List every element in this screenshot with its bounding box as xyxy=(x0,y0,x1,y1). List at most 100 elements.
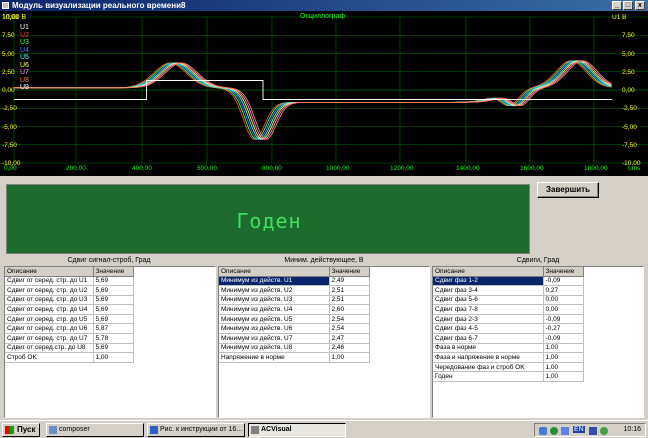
cell-description[interactable]: Сдвиг от серед. стр. до U5 xyxy=(5,314,94,325)
table-row[interactable]: Минимум из действ. U4 2,60 xyxy=(219,304,370,315)
cell-description[interactable]: Минимум из действ. U4 xyxy=(219,304,330,315)
cell-value[interactable]: 5,69 xyxy=(93,314,134,325)
cell-description[interactable]: Сдвиг фаз 7-8 xyxy=(433,304,544,315)
grid-min-rms[interactable]: Описание Значение Минимум из действ. U1 2,4… xyxy=(218,266,430,418)
cell-description[interactable]: Сдвиг фаз 3-4 xyxy=(433,285,544,296)
table-row[interactable]: Сдвиг от серед. стр. до U7 5,78 xyxy=(5,333,134,344)
cell-value[interactable]: 5,87 xyxy=(93,323,134,335)
table-row[interactable]: Минимум из действ. U7 2,47 xyxy=(219,333,370,344)
cell-value[interactable]: 1,00 xyxy=(93,352,134,363)
cell-value[interactable]: 2,60 xyxy=(329,304,370,315)
cell-value[interactable]: 2,46 xyxy=(329,343,370,354)
shield-icon[interactable] xyxy=(589,427,597,435)
table-row[interactable]: Сдвиг фаз 2-3 -0,09 xyxy=(433,314,584,325)
cell-description[interactable]: Сдвиг фаз 2-3 xyxy=(433,314,544,325)
table-row[interactable]: Сдвиг от серед.стр. до U8 5,69 xyxy=(5,343,134,354)
table-row[interactable]: Сдвиг фаз 7-8 0,00 xyxy=(433,304,584,315)
column-header-description[interactable]: Описание xyxy=(219,267,330,277)
table-row[interactable]: Сдвиг от серед. стр. до U4 5,69 xyxy=(5,304,134,315)
table-row[interactable]: Сдвиг фаз 6-7 -0,09 xyxy=(433,333,584,344)
table-row[interactable]: Сдвиг от серед. стр. до U1 5,69 xyxy=(5,276,134,287)
table-row[interactable]: Сдвиг фаз 3-4 0,27 xyxy=(433,285,584,296)
close-button[interactable]: x xyxy=(635,1,645,10)
antivirus-icon[interactable] xyxy=(550,427,558,435)
table-row[interactable]: Сдвиг от серед. стр. до U6 5,87 xyxy=(5,323,134,335)
cell-value[interactable]: 2,47 xyxy=(329,333,370,344)
cell-value[interactable]: 0,27 xyxy=(543,285,584,296)
column-header-description[interactable]: Описание xyxy=(433,267,544,277)
cell-description[interactable]: Сдвиг от серед.стр. до U8 xyxy=(5,343,94,354)
table-row[interactable]: Сдвиг фаз 4-5 -0,27 xyxy=(433,323,584,335)
cell-value[interactable]: 2,54 xyxy=(329,323,370,335)
cell-value[interactable]: 0,00 xyxy=(543,304,584,315)
finish-button[interactable]: Завершить xyxy=(537,182,599,198)
table-row[interactable]: Минимум из действ. U8 2,46 xyxy=(219,343,370,354)
cell-description[interactable]: Сдвиг фаз 6-7 xyxy=(433,333,544,344)
start-button[interactable]: Пуск xyxy=(2,423,40,437)
cell-value[interactable]: 2,51 xyxy=(329,285,370,296)
table-row[interactable]: Годен 1,00 xyxy=(433,371,584,383)
cell-value[interactable]: 1,00 xyxy=(543,343,584,354)
cell-description[interactable]: Фаза в норме xyxy=(433,343,544,354)
cell-value[interactable]: 2,49 xyxy=(329,276,370,287)
cell-description[interactable]: Минимум из действ. U8 xyxy=(219,343,330,354)
cell-value[interactable]: -0,09 xyxy=(543,314,584,325)
cell-description[interactable]: Минимум из действ. U7 xyxy=(219,333,330,344)
cell-value[interactable]: 2,51 xyxy=(329,295,370,306)
cell-description[interactable]: Минимум из действ. U6 xyxy=(219,323,330,335)
grid-shift-strobe[interactable]: Описание Значение Сдвиг от серед. стр. до … xyxy=(4,266,216,418)
cell-value[interactable]: 5,78 xyxy=(93,333,134,344)
speaker-icon[interactable] xyxy=(600,427,608,435)
table-row[interactable]: Минимум из действ. U5 2,54 xyxy=(219,314,370,325)
table-row[interactable]: Сдвиг от серед. стр. до U2 5,69 xyxy=(5,285,134,296)
table-row[interactable]: Строб OK 1,00 xyxy=(5,352,134,363)
cell-value[interactable]: 5,69 xyxy=(93,276,134,287)
display-icon[interactable] xyxy=(561,427,569,435)
cell-description[interactable]: Минимум из действ. U5 xyxy=(219,314,330,325)
cell-description[interactable]: Сдвиг от серед. стр. до U4 xyxy=(5,304,94,315)
cell-description[interactable]: Сдвиг фаз 1-2 xyxy=(433,276,544,287)
language-indicator[interactable]: EN xyxy=(573,426,585,433)
table-row[interactable]: Минимум из действ. U2 2,51 xyxy=(219,285,370,296)
cell-value[interactable]: 2,54 xyxy=(329,314,370,325)
cell-value[interactable]: 5,69 xyxy=(93,295,134,306)
task-composer[interactable]: composer xyxy=(46,423,144,437)
minimize-button[interactable]: _ xyxy=(612,1,622,10)
table-row[interactable]: Минимум из действ. U3 2,51 xyxy=(219,295,370,306)
cell-description[interactable]: Сдвиг от серед. стр. до U7 xyxy=(5,333,94,344)
table-row[interactable]: Сдвиг от серед. стр. до U5 5,69 xyxy=(5,314,134,325)
cell-value[interactable]: 1,00 xyxy=(543,371,584,383)
table-row[interactable]: Напряжение в норме 1,00 xyxy=(219,352,370,363)
table-row[interactable]: Фаза в норме 1,00 xyxy=(433,343,584,354)
cell-value[interactable]: -0,09 xyxy=(543,333,584,344)
cell-description[interactable]: Фаза и напряжение в норме xyxy=(433,352,544,363)
cell-value[interactable]: 0,00 xyxy=(543,295,584,306)
cell-description[interactable]: Минимум из действ. U2 xyxy=(219,285,330,296)
grid-phase-shifts[interactable]: Описание Значение Сдвиг фаз 1-2 -0,09 Сдвиг … xyxy=(432,266,644,418)
cell-value[interactable]: 1,00 xyxy=(329,352,370,363)
cell-description[interactable]: Сдвиг фаз 4-5 xyxy=(433,323,544,335)
cell-description[interactable]: Годен xyxy=(433,371,544,383)
cell-description[interactable]: Чередование фаз и строб OK xyxy=(433,362,544,373)
column-header-value[interactable]: Значение xyxy=(93,267,134,277)
window-titlebar[interactable]: Модуль визуализации реального времени8 _… xyxy=(0,0,648,11)
task-acvisual[interactable]: ACVisual xyxy=(248,423,346,437)
cell-description[interactable]: Строб OK xyxy=(5,352,94,363)
cell-value[interactable]: 1,00 xyxy=(543,352,584,363)
column-header-value[interactable]: Значение xyxy=(543,267,584,277)
cell-description[interactable]: Сдвиг от серед. стр. до U3 xyxy=(5,295,94,306)
table-row[interactable]: Фаза и напряжение в норме 1,00 xyxy=(433,352,584,363)
task-document[interactable]: Рис. к инструкции от 16... xyxy=(147,423,245,437)
table-row[interactable]: Сдвиг фаз 1-2 -0,09 xyxy=(433,276,584,287)
column-header-description[interactable]: Описание xyxy=(5,267,94,277)
table-row[interactable]: Сдвиг фаз 5-6 0,00 xyxy=(433,295,584,306)
table-row[interactable]: Сдвиг от серед. стр. до U3 5,69 xyxy=(5,295,134,306)
cell-description[interactable]: Сдвиг от серед. стр. до U2 xyxy=(5,285,94,296)
cell-description[interactable]: Сдвиг от серед. стр. до U6 xyxy=(5,323,94,335)
cell-value[interactable]: -0,09 xyxy=(543,276,584,287)
cell-value[interactable]: 1,00 xyxy=(543,362,584,373)
maximize-button[interactable]: □ xyxy=(623,1,633,10)
cell-value[interactable]: 5,69 xyxy=(93,343,134,354)
cell-value[interactable]: 5,69 xyxy=(93,304,134,315)
cell-description[interactable]: Напряжение в норме xyxy=(219,352,330,363)
